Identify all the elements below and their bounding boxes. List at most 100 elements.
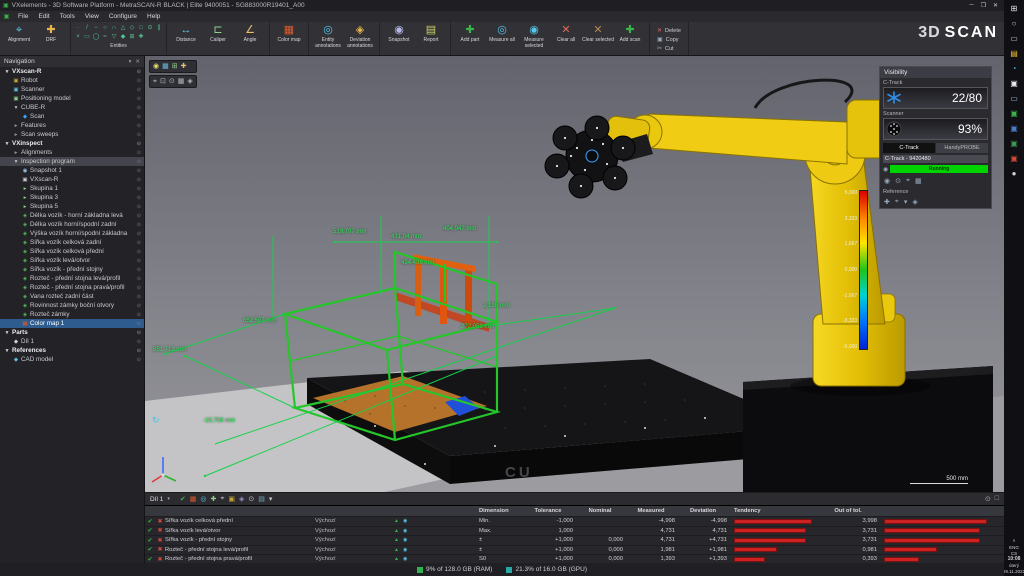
tree-item[interactable]: ▾ VXinspect ⊙ <box>0 139 144 148</box>
ribbon-button[interactable]: ✚Add scan <box>614 24 646 49</box>
visibility-option-icon[interactable]: ⌖ <box>906 177 910 185</box>
ribbon-button[interactable]: ⊏Caliper <box>202 24 234 44</box>
entity-icon[interactable]: ⊙ <box>146 24 154 32</box>
visibility-eye-icon[interactable]: ⊙ <box>137 132 141 138</box>
table-row[interactable]: ✔ ✖ Rozteč - přední stojna levá/profil V… <box>145 545 1004 555</box>
visibility-eye-icon[interactable]: ⊙ <box>137 150 141 156</box>
entity-icon[interactable]: □ <box>137 24 145 32</box>
visibility-eye-icon[interactable]: ⊙ <box>137 285 141 291</box>
entity-icon[interactable]: ≈ <box>101 33 109 41</box>
colormap-icon[interactable]: ▦ <box>162 62 169 71</box>
entity-icon[interactable]: − <box>92 24 100 32</box>
tree-item[interactable]: ◈ Vana rozteč zadní část ⊙ <box>0 292 144 301</box>
visibility-option-icon[interactable]: ▦ <box>915 177 922 185</box>
word[interactable]: ▣ <box>1006 122 1022 135</box>
tree-item[interactable]: ▣ Robot ⊙ <box>0 76 144 85</box>
entity-icon[interactable]: ∩ <box>110 24 118 32</box>
partbar-eye-icon[interactable]: ⊙ <box>985 495 991 503</box>
ribbon-button[interactable]: ∠Angle <box>234 24 266 44</box>
visibility-eye-icon[interactable]: ⊙ <box>137 339 141 345</box>
visibility-option-icon[interactable]: ◉ <box>884 177 890 185</box>
visibility-eye-icon[interactable]: ⊙ <box>137 213 141 219</box>
ribbon-button[interactable]: ◉Measure selected <box>518 24 550 49</box>
visibility-option-icon[interactable]: ⊙ <box>895 177 901 185</box>
table-row[interactable]: ✔ ✖ Šířka vozík celková přední Výchozí ▲… <box>145 516 1004 526</box>
tree-item[interactable]: ▣ VXscan-R ⊙ <box>0 175 144 184</box>
ribbon-small-button[interactable]: ✕Delete <box>657 27 681 34</box>
visibility-eye-icon[interactable]: ⊙ <box>137 186 141 192</box>
tree-item[interactable]: ▸ Features ⊙ <box>0 121 144 130</box>
ribbon-button[interactable]: ◉Snapshot <box>383 24 415 44</box>
visibility-eye-icon[interactable]: ⊙ <box>137 177 141 183</box>
partbar-icon[interactable]: ⊙ <box>248 495 254 503</box>
entity-icon[interactable]: ▭ <box>83 33 91 41</box>
tree-item[interactable]: ◈ Délka vozík - horní základna levá ⊙ <box>0 211 144 220</box>
tree-item[interactable]: ▣ Positioning model ⊙ <box>0 94 144 103</box>
close-button[interactable]: ✕ <box>993 2 998 9</box>
ribbon-button[interactable]: ✚Add part <box>454 24 486 49</box>
visibility-eye-icon[interactable]: ⊙ <box>137 312 141 318</box>
entity-icon[interactable]: ◇ <box>128 24 136 32</box>
start-button[interactable]: ⊞ <box>1006 2 1022 15</box>
ribbon-button[interactable]: ✚DRF <box>35 24 67 44</box>
ribbon-button[interactable]: ◈Deviation annotations <box>344 24 376 49</box>
entity-icon[interactable]: ✚ <box>137 33 145 41</box>
visibility-eye-icon[interactable]: ⊙ <box>137 69 141 75</box>
tree-item[interactable]: ◈ Šířka vozík levá/otvor ⊙ <box>0 256 144 265</box>
tree-item[interactable]: ◈ Rozteč - přední stojna levá/profil ⊙ <box>0 274 144 283</box>
reference-option-icon[interactable]: ◈ <box>912 198 917 206</box>
visibility-eye-icon[interactable]: ⊙ <box>137 357 141 363</box>
clock-time[interactable]: 10:08 <box>1008 557 1021 562</box>
chevron-down-icon[interactable]: ▾ <box>167 496 170 502</box>
browser[interactable]: ◔ <box>1006 62 1022 75</box>
ribbon-small-button[interactable]: ✂Cut <box>657 45 681 52</box>
visibility-eye-icon[interactable]: ⊙ <box>137 276 141 282</box>
ribbon-button[interactable]: ◎Entity annotations <box>312 24 344 49</box>
visibility-eye-icon[interactable]: ⊙ <box>137 267 141 273</box>
reference-option-icon[interactable]: ▾ <box>904 198 908 206</box>
part-selector[interactable]: Díl 1 <box>150 496 163 503</box>
tree-item[interactable]: ◈ Rozteč - přední stojna pravá/profil ⊙ <box>0 283 144 292</box>
maximize-button[interactable]: ❐ <box>981 2 986 9</box>
app-red[interactable]: ▣ <box>1006 152 1022 165</box>
entity-icon[interactable]: △ <box>119 24 127 32</box>
add-icon[interactable]: ✚ <box>181 62 187 71</box>
table-row[interactable]: ✔ ✖ Šířka vozík levá/otvor Výchozí ▲◉ Ma… <box>145 526 1004 536</box>
ribbon-button[interactable]: ▦Color map <box>273 24 305 44</box>
tree-item[interactable]: ▾ References ⊙ <box>0 346 144 355</box>
file-explorer[interactable]: ▤ <box>1006 47 1022 60</box>
ribbon-button[interactable]: ↔Distance <box>170 24 202 44</box>
visibility-eye-icon[interactable]: ⊙ <box>137 231 141 237</box>
excel[interactable]: ▣ <box>1006 137 1022 150</box>
partbar-icon[interactable]: ⌖ <box>220 495 224 503</box>
tree-item[interactable]: ◈ Šířka vozík celková zadní ⊙ <box>0 238 144 247</box>
entity-icon[interactable]: / <box>83 24 91 32</box>
tree-item[interactable]: ▾ Parts ⊙ <box>0 328 144 337</box>
tree-item[interactable]: ▾ CUBE-R ⊙ <box>0 103 144 112</box>
partbar-expand-icon[interactable]: □ <box>995 495 999 503</box>
store[interactable]: ▣ <box>1006 77 1022 90</box>
tree-item[interactable]: ◆ CAD model ⊙ <box>0 355 144 364</box>
partbar-icon[interactable]: ◈ <box>239 495 244 503</box>
visibility-eye-icon[interactable]: ⊙ <box>137 303 141 309</box>
language-indicator[interactable]: ENG <box>1009 545 1019 550</box>
vxelements[interactable]: ▣ <box>1006 107 1022 120</box>
tree-item[interactable]: ◈ Šířka vozík celková přední ⊙ <box>0 247 144 256</box>
table-row[interactable]: ✔ ✖ Šířka vozík - přední stojny Výchozí … <box>145 535 1004 545</box>
visibility-eye-icon[interactable]: ⊙ <box>137 141 141 147</box>
visibility-eye-icon[interactable]: ⊙ <box>137 348 141 354</box>
visibility-eye-icon[interactable]: ⊙ <box>137 249 141 255</box>
menu-item[interactable]: Tools <box>55 13 80 20</box>
visibility-eye-icon[interactable]: ⊙ <box>137 240 141 246</box>
tree-item[interactable]: ▾ Inspection program ⊙ <box>0 157 144 166</box>
grid-icon[interactable]: ⊞ <box>172 62 178 71</box>
tree-item[interactable]: ◉ Snapshot 1 ⊙ <box>0 166 144 175</box>
entity-icon[interactable]: ◆ <box>119 33 127 41</box>
task-view[interactable]: ▭ <box>1006 32 1022 45</box>
tree-item[interactable]: ◈ Rovinnost zámky boční otvory ⊙ <box>0 301 144 310</box>
partbar-icon[interactable]: ▾ <box>269 495 273 503</box>
tree-item[interactable]: ▦ Color map 1 ⊙ <box>0 319 144 328</box>
entity-icon[interactable]: ▽ <box>110 33 118 41</box>
tree-item[interactable]: ◈ Výška vozík horní/spodní základna ⊙ <box>0 229 144 238</box>
orbit-icon[interactable]: ↻ <box>152 415 160 426</box>
